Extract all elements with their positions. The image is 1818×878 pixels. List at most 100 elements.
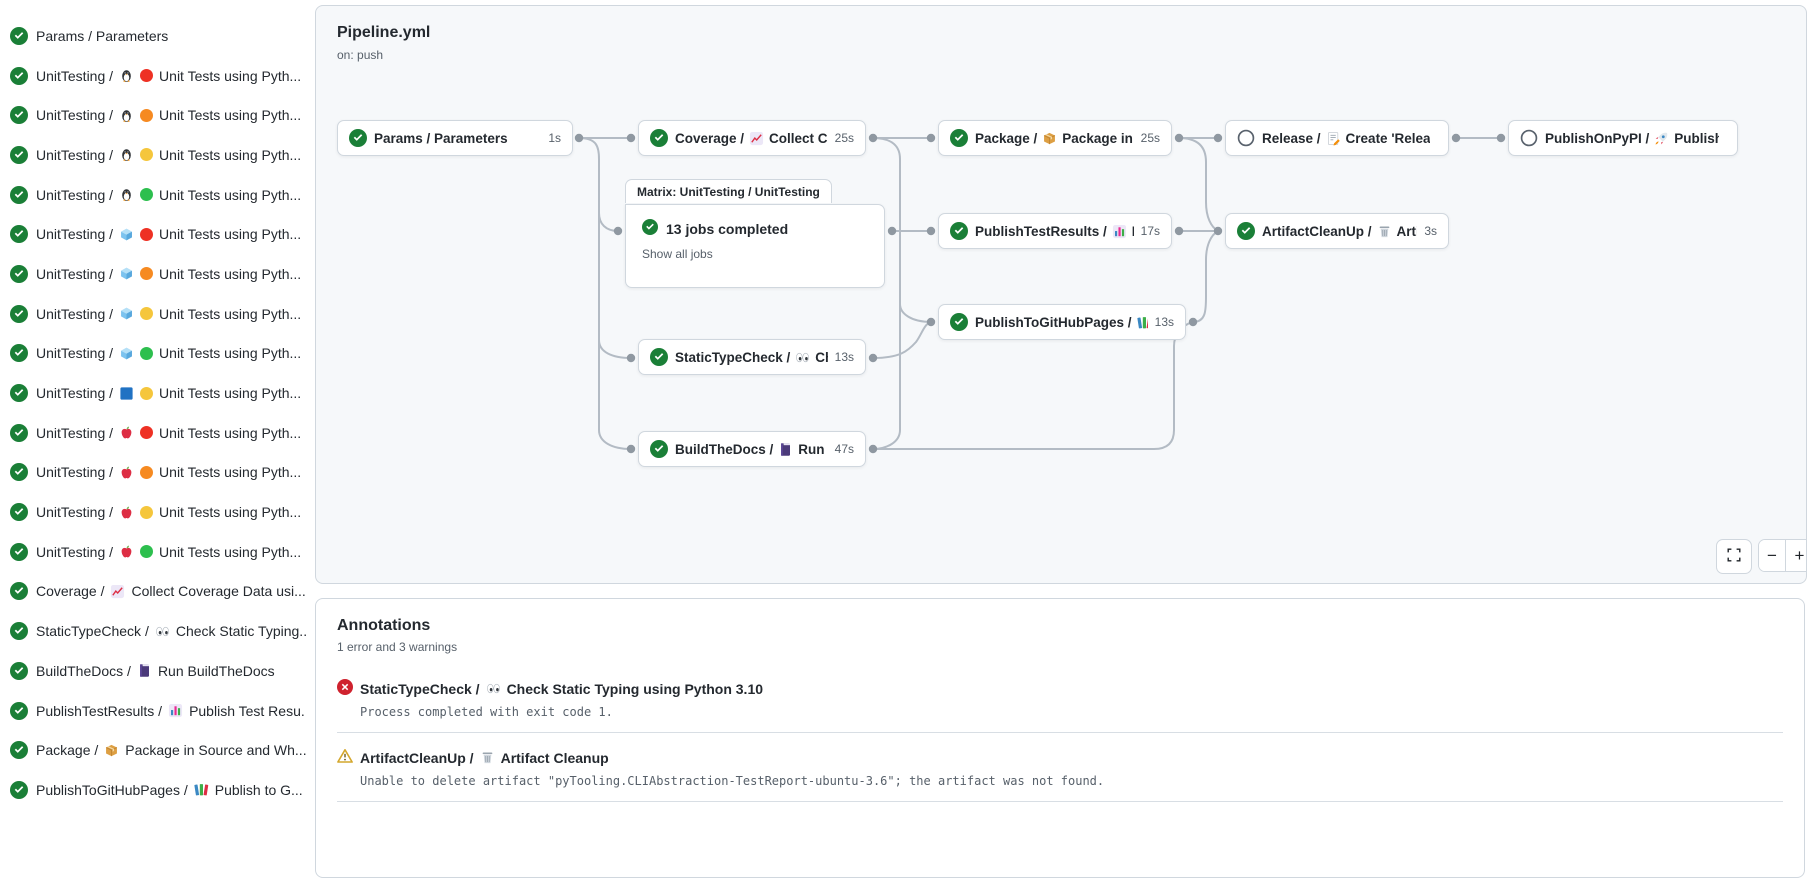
zoom-in-button[interactable]: + <box>1786 540 1807 571</box>
job-node-statictypecheck[interactable]: StaticTypeCheck /Chec... 13s <box>638 339 866 375</box>
sidebar-job-item[interactable]: UnitTesting / Unit Tests using Pyth... <box>0 413 306 453</box>
sidebar-job-item[interactable]: PublishToGitHubPages / Publish to G... <box>0 770 306 810</box>
sidebar-job-item[interactable]: Coverage / Collect Coverage Data usi... <box>0 572 306 612</box>
books-icon <box>1137 315 1148 330</box>
job-duration: 3s <box>1424 224 1437 238</box>
books-icon <box>194 782 209 797</box>
penguin-icon <box>119 108 134 123</box>
success-check-icon <box>10 741 28 759</box>
success-check-icon <box>950 313 968 331</box>
sidebar-job-label: UnitTesting / Unit Tests using Pyth... <box>36 544 301 560</box>
success-check-icon <box>950 129 968 147</box>
job-duration: 13s <box>835 350 854 364</box>
show-all-jobs-link[interactable]: Show all jobs <box>642 247 713 261</box>
red-circle-icon <box>140 69 153 82</box>
sidebar-job-item[interactable]: UnitTesting / Unit Tests using Pyth... <box>0 135 306 175</box>
workflow-graph-panel: Pipeline.yml on: push <box>315 5 1807 584</box>
annotation-title[interactable]: ArtifactCleanUp / Artifact Cleanup <box>360 750 609 766</box>
sidebar-job-item[interactable]: UnitTesting / Unit Tests using Pyth... <box>0 453 306 493</box>
sidebar-job-item[interactable]: PublishTestResults / Publish Test Resu..… <box>0 691 306 731</box>
sidebar-job-label: UnitTesting / Unit Tests using Pyth... <box>36 425 301 441</box>
package-icon <box>1042 131 1057 146</box>
sidebar-job-item[interactable]: UnitTesting / Unit Tests using Pyth... <box>0 254 306 294</box>
success-check-icon <box>10 662 28 680</box>
success-check-icon <box>10 146 28 164</box>
eyes-icon <box>486 681 501 696</box>
job-node-publishonpypi[interactable]: PublishOnPyPI /Publish to ... <box>1508 120 1738 156</box>
skipped-circle-icon <box>1520 129 1538 147</box>
success-check-icon <box>10 67 28 85</box>
annotations-panel: Annotations 1 error and 3 warnings Stati… <box>315 598 1805 878</box>
sidebar-job-label: UnitTesting / Unit Tests using Pyth... <box>36 226 301 242</box>
job-node-params[interactable]: Params / Parameters 1s <box>337 120 573 156</box>
sidebar-job-item[interactable]: UnitTesting / Unit Tests using Pyth... <box>0 334 306 374</box>
green-circle-icon <box>140 188 153 201</box>
eyes-icon <box>795 350 810 365</box>
success-check-icon <box>10 702 28 720</box>
success-check-icon <box>10 622 28 640</box>
success-check-icon <box>10 265 28 283</box>
sidebar-job-label: UnitTesting / Unit Tests using Pyth... <box>36 464 301 480</box>
package-icon <box>104 743 119 758</box>
job-node-release[interactable]: Release /Create 'Release P... <box>1225 120 1449 156</box>
sidebar-job-label: Params / Parameters <box>36 28 174 44</box>
success-check-icon <box>10 225 28 243</box>
sidebar-job-item[interactable]: UnitTesting / Unit Tests using Pyth... <box>0 492 306 532</box>
sidebar-job-item[interactable]: UnitTesting / Unit Tests using Pyth... <box>0 175 306 215</box>
annotation-message: Process completed with exit code 1. <box>360 705 1783 719</box>
job-duration: 13s <box>1155 315 1174 329</box>
apple-icon <box>119 425 134 440</box>
sidebar-job-label: UnitTesting / Unit Tests using Pyth... <box>36 306 301 322</box>
sidebar-job-item[interactable]: UnitTesting / Unit Tests using Pyth... <box>0 95 306 135</box>
success-check-icon <box>10 186 28 204</box>
sidebar-job-label: UnitTesting / Unit Tests using Pyth... <box>36 504 301 520</box>
annotation-title[interactable]: StaticTypeCheck / Check Static Typing us… <box>360 681 763 697</box>
red-circle-icon <box>140 426 153 439</box>
yellow-circle-icon <box>140 148 153 161</box>
job-node-artifactcleanup[interactable]: ArtifactCleanUp /Artifac... 3s <box>1225 213 1449 249</box>
success-check-icon <box>650 129 668 147</box>
orange-circle-icon <box>140 109 153 122</box>
annotation-item: ArtifactCleanUp / Artifact Cleanup Unabl… <box>337 733 1783 802</box>
rocket-icon <box>1654 131 1669 146</box>
yellow-circle-icon <box>140 387 153 400</box>
annotations-list: StaticTypeCheck / Check Static Typing us… <box>337 664 1783 802</box>
matrix-card[interactable]: 13 jobs completed Show all jobs <box>625 204 885 288</box>
sidebar-job-item[interactable]: StaticTypeCheck / Check Static Typing... <box>0 611 306 651</box>
zoom-control: − + <box>1758 539 1807 572</box>
success-check-icon <box>10 424 28 442</box>
job-node-coverage[interactable]: Coverage /Collect Cove... 25s <box>638 120 866 156</box>
matrix-tab[interactable]: Matrix: UnitTesting / UnitTesting <box>625 179 832 203</box>
success-check-icon <box>10 781 28 799</box>
sidebar-job-item[interactable]: UnitTesting / Unit Tests using Pyth... <box>0 294 306 334</box>
job-node-publishtestresults[interactable]: PublishTestResults /Pu... 17s <box>938 213 1172 249</box>
job-node-buildthedocs[interactable]: BuildTheDocs /Run Buil... 47s <box>638 431 866 467</box>
job-duration: 25s <box>835 131 854 145</box>
job-duration: 47s <box>835 442 854 456</box>
job-duration: 17s <box>1141 224 1160 238</box>
apple-icon <box>119 465 134 480</box>
sidebar-job-item[interactable]: UnitTesting / Unit Tests using Pyth... <box>0 373 306 413</box>
matrix-summary: 13 jobs completed <box>666 221 788 237</box>
sidebar-job-item[interactable]: UnitTesting / Unit Tests using Pyth... <box>0 56 306 96</box>
success-check-icon <box>10 582 28 600</box>
wastebasket-icon <box>1377 224 1392 239</box>
success-check-icon <box>650 440 668 458</box>
sidebar-job-item[interactable]: UnitTesting / Unit Tests using Pyth... <box>0 214 306 254</box>
ice-cube-icon <box>119 266 134 281</box>
chart-increasing-icon <box>749 131 764 146</box>
ice-cube-icon <box>119 346 134 361</box>
sidebar-job-label: Coverage / Collect Coverage Data usi... <box>36 583 306 599</box>
job-node-publishtogithubpages[interactable]: PublishToGitHubPages /... 13s <box>938 304 1186 340</box>
sidebar-job-item[interactable]: BuildTheDocs / Run BuildTheDocs <box>0 651 306 691</box>
zoom-out-button[interactable]: − <box>1759 540 1786 571</box>
job-node-package[interactable]: Package /Package in So... 25s <box>938 120 1172 156</box>
sidebar-job-item[interactable]: Package / Package in Source and Wh... <box>0 730 306 770</box>
yellow-circle-icon <box>140 307 153 320</box>
fullscreen-button[interactable] <box>1716 539 1752 574</box>
red-circle-icon <box>140 228 153 241</box>
sidebar-job-label: UnitTesting / Unit Tests using Pyth... <box>36 147 301 163</box>
sidebar-job-item[interactable]: UnitTesting / Unit Tests using Pyth... <box>0 532 306 572</box>
sidebar-job-label: Package / Package in Source and Wh... <box>36 742 306 758</box>
sidebar-job-item[interactable]: Params / Parameters <box>0 16 306 56</box>
